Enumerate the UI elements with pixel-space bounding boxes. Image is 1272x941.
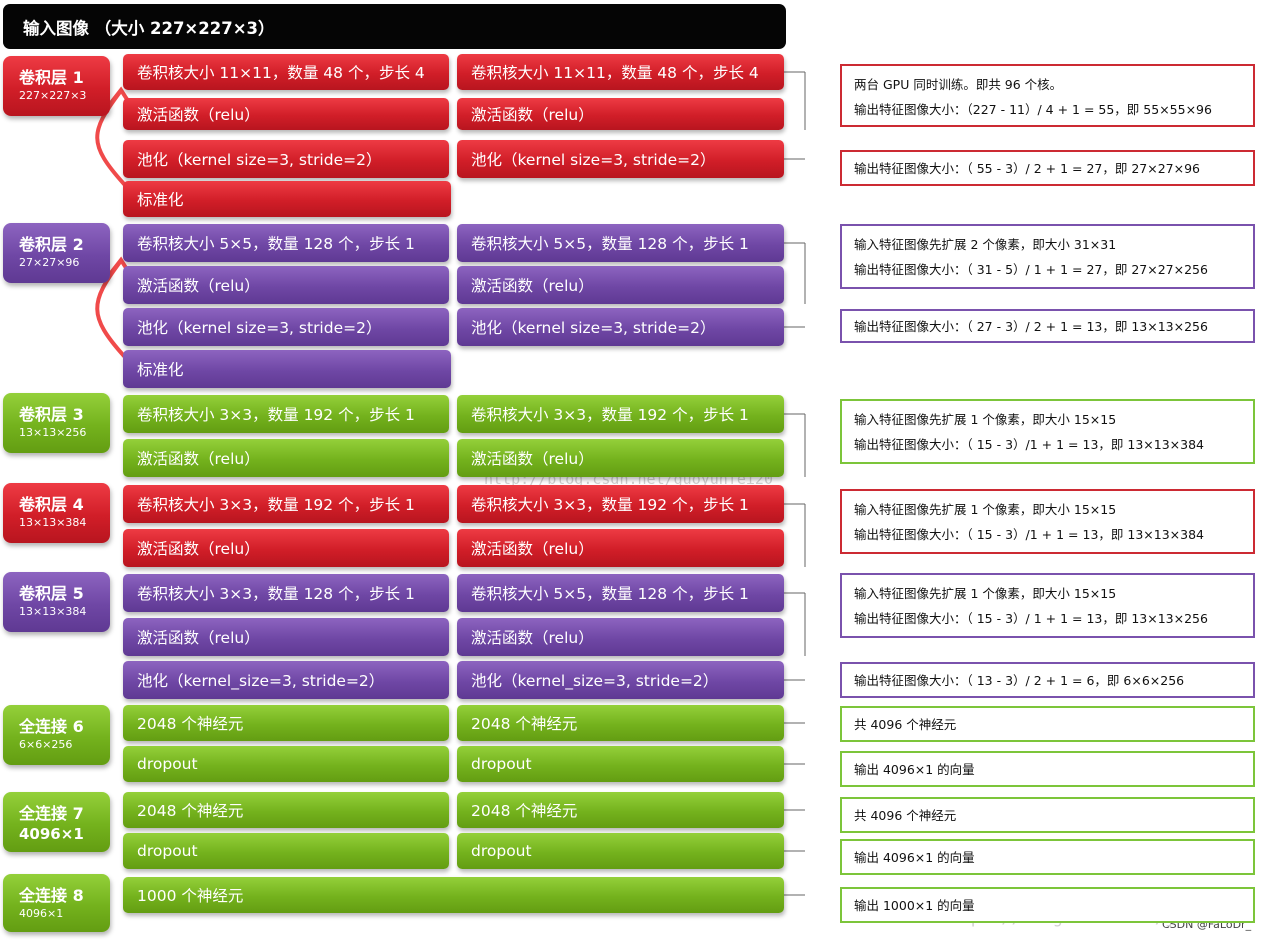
note-line: 输入特征图像先扩展 1 个像素，即大小 15×15	[854, 502, 1117, 517]
layer-label-fc7: 全连接 7 4096×1	[3, 792, 110, 852]
note-box-conv1-0: 两台 GPU 同时训练。即共 96 个核。输出特征图像大小：（227 - 11）…	[840, 64, 1255, 127]
note-box-fc6-1: 输出 4096×1 的向量	[840, 751, 1255, 787]
note-box-conv5-1: 输出特征图像大小：（ 13 - 3）/ 2 + 1 = 6，即 6×6×256	[840, 662, 1255, 698]
input-image-header: 输入图像 （大小 227×227×3）	[3, 4, 786, 49]
op-box-conv1-row1-left: 激活函数（relu）	[123, 98, 449, 130]
op-box-conv1-row3-left: 标准化	[123, 181, 451, 217]
op-box-fc7-row1-right: dropout	[457, 833, 784, 869]
op-box-conv4-row0-left: 卷积核大小 3×3，数量 192 个，步长 1	[123, 485, 449, 523]
op-box-fc6-row1-right: dropout	[457, 746, 784, 782]
op-box-conv4-row0-right: 卷积核大小 3×3，数量 192 个，步长 1	[457, 485, 784, 523]
op-box-fc6-row1-left: dropout	[123, 746, 449, 782]
note-line: 输出 4096×1 的向量	[854, 761, 975, 777]
layer-dimensions: 4096×1	[19, 825, 84, 843]
note-line: 输出特征图像大小：（ 31 - 5）/ 1 + 1 = 27，即 27×27×2…	[854, 262, 1208, 277]
note-line: 输出特征图像大小：（227 - 11）/ 4 + 1 = 55，即 55×55×…	[854, 102, 1212, 117]
op-box-conv2-row2-right: 池化（kernel size=3, stride=2）	[457, 308, 784, 346]
layer-name: 卷积层 3	[19, 405, 84, 424]
op-box-conv4-row1-right: 激活函数（relu）	[457, 529, 784, 567]
note-box-fc6-0: 共 4096 个神经元	[840, 706, 1255, 742]
op-box-fc8-row0-left: 1000 个神经元	[123, 877, 784, 913]
layer-name: 卷积层 2	[19, 235, 84, 254]
note-line: 共 4096 个神经元	[854, 716, 957, 732]
note-line: 输出特征图像大小：（ 55 - 3）/ 2 + 1 = 27，即 27×27×9…	[854, 160, 1201, 176]
note-line: 输出特征图像大小：（ 15 - 3）/ 1 + 1 = 13，即 13×13×2…	[854, 611, 1208, 626]
layer-dimensions: 13×13×256	[19, 426, 87, 439]
op-box-conv2-row0-left: 卷积核大小 5×5，数量 128 个，步长 1	[123, 224, 449, 262]
layer-dimensions: 6×6×256	[19, 738, 73, 751]
note-box-conv5-0: 输入特征图像先扩展 1 个像素，即大小 15×15 输出特征图像大小：（ 15 -…	[840, 573, 1255, 638]
layer-dimensions: 13×13×384	[19, 605, 87, 618]
op-box-conv5-row2-right: 池化（kernel_size=3, stride=2）	[457, 661, 784, 699]
note-box-conv2-1: 输出特征图像大小：（ 27 - 3）/ 2 + 1 = 13，即 13×13×2…	[840, 309, 1255, 343]
layer-label-conv1: 卷积层 1 227×227×3	[3, 56, 110, 116]
note-line: 输入特征图像先扩展 2 个像素，即大小 31×31	[854, 237, 1117, 252]
op-box-conv2-row0-right: 卷积核大小 5×5，数量 128 个，步长 1	[457, 224, 784, 262]
note-box-conv2-0: 输入特征图像先扩展 2 个像素，即大小 31×31 输出特征图像大小：（ 31 -…	[840, 224, 1255, 289]
layer-name: 全连接 6	[19, 717, 84, 736]
layer-name: 全连接 7	[19, 804, 84, 823]
op-box-conv2-row3-left: 标准化	[123, 350, 451, 388]
layer-label-conv5: 卷积层 5 13×13×384	[3, 572, 110, 632]
op-box-fc7-row1-left: dropout	[123, 833, 449, 869]
layer-name: 卷积层 4	[19, 495, 84, 514]
op-box-conv1-row1-right: 激活函数（relu）	[457, 98, 784, 130]
layer-name: 全连接 8	[19, 886, 84, 905]
layer-label-fc8: 全连接 8 4096×1	[3, 874, 110, 932]
note-box-conv1-1: 输出特征图像大小：（ 55 - 3）/ 2 + 1 = 27，即 27×27×9…	[840, 150, 1255, 186]
op-box-conv2-row2-left: 池化（kernel size=3, stride=2）	[123, 308, 449, 346]
op-box-conv5-row1-left: 激活函数（relu）	[123, 618, 449, 656]
layer-label-fc6: 全连接 6 6×6×256	[3, 705, 110, 765]
op-box-fc6-row0-right: 2048 个神经元	[457, 705, 784, 741]
note-line: 输出特征图像大小：（ 15 - 3）/1 + 1 = 13，即 13×13×38…	[854, 437, 1204, 452]
note-line: 输入特征图像先扩展 1 个像素，即大小 15×15	[854, 412, 1117, 427]
note-box-conv4-0: 输入特征图像先扩展 1 个像素，即大小 15×15 输出特征图像大小：（ 15 -…	[840, 489, 1255, 554]
op-box-conv2-row1-left: 激活函数（relu）	[123, 266, 449, 304]
op-box-conv2-row1-right: 激活函数（relu）	[457, 266, 784, 304]
layer-name: 卷积层 5	[19, 584, 84, 603]
note-line: 输出特征图像大小：（ 15 - 3）/1 + 1 = 13，即 13×13×38…	[854, 527, 1204, 542]
op-box-conv3-row1-left: 激活函数（relu）	[123, 439, 449, 477]
note-line: 输出 4096×1 的向量	[854, 849, 975, 865]
layer-name: 卷积层 1	[19, 68, 84, 87]
op-box-conv3-row1-right: 激活函数（relu）	[457, 439, 784, 477]
note-box-fc7-1: 输出 4096×1 的向量	[840, 839, 1255, 875]
layer-label-conv3: 卷积层 3 13×13×256	[3, 393, 110, 453]
op-box-conv3-row0-right: 卷积核大小 3×3，数量 192 个，步长 1	[457, 395, 784, 433]
note-line: 输入特征图像先扩展 1 个像素，即大小 15×15	[854, 586, 1117, 601]
op-box-conv5-row0-left: 卷积核大小 3×3，数量 128 个，步长 1	[123, 574, 449, 612]
layer-dimensions: 227×227×3	[19, 89, 87, 102]
op-box-fc7-row0-left: 2048 个神经元	[123, 792, 449, 828]
op-box-conv1-row0-right: 卷积核大小 11×11，数量 48 个，步长 4	[457, 54, 784, 90]
note-box-conv3-0: 输入特征图像先扩展 1 个像素，即大小 15×15 输出特征图像大小：（ 15 -…	[840, 399, 1255, 464]
op-box-conv1-row2-right: 池化（kernel size=3, stride=2）	[457, 140, 784, 178]
layer-dimensions: 4096×1	[19, 907, 64, 920]
op-box-fc6-row0-left: 2048 个神经元	[123, 705, 449, 741]
note-line: 共 4096 个神经元	[854, 807, 957, 823]
note-box-fc8-0: 输出 1000×1 的向量	[840, 887, 1255, 923]
layer-label-conv2: 卷积层 2 27×27×96	[3, 223, 110, 283]
op-box-conv5-row0-right: 卷积核大小 5×5，数量 128 个，步长 1	[457, 574, 784, 612]
op-box-fc7-row0-right: 2048 个神经元	[457, 792, 784, 828]
note-line: 输出特征图像大小：（ 13 - 3）/ 2 + 1 = 6，即 6×6×256	[854, 672, 1185, 688]
layer-label-conv4: 卷积层 4 13×13×384	[3, 483, 110, 543]
note-box-fc7-0: 共 4096 个神经元	[840, 797, 1255, 833]
op-box-conv1-row0-left: 卷积核大小 11×11，数量 48 个，步长 4	[123, 54, 449, 90]
layer-dimensions: 13×13×384	[19, 516, 87, 529]
layer-dimensions: 27×27×96	[19, 256, 80, 269]
op-box-conv1-row2-left: 池化（kernel size=3, stride=2）	[123, 140, 449, 178]
note-line: 两台 GPU 同时训练。即共 96 个核。	[854, 77, 1063, 92]
op-box-conv5-row1-right: 激活函数（relu）	[457, 618, 784, 656]
note-line: 输出特征图像大小：（ 27 - 3）/ 2 + 1 = 13，即 13×13×2…	[854, 318, 1208, 334]
op-box-conv4-row1-left: 激活函数（relu）	[123, 529, 449, 567]
note-line: 输出 1000×1 的向量	[854, 897, 975, 913]
op-box-conv3-row0-left: 卷积核大小 3×3，数量 192 个，步长 1	[123, 395, 449, 433]
op-box-conv5-row2-left: 池化（kernel_size=3, stride=2）	[123, 661, 449, 699]
